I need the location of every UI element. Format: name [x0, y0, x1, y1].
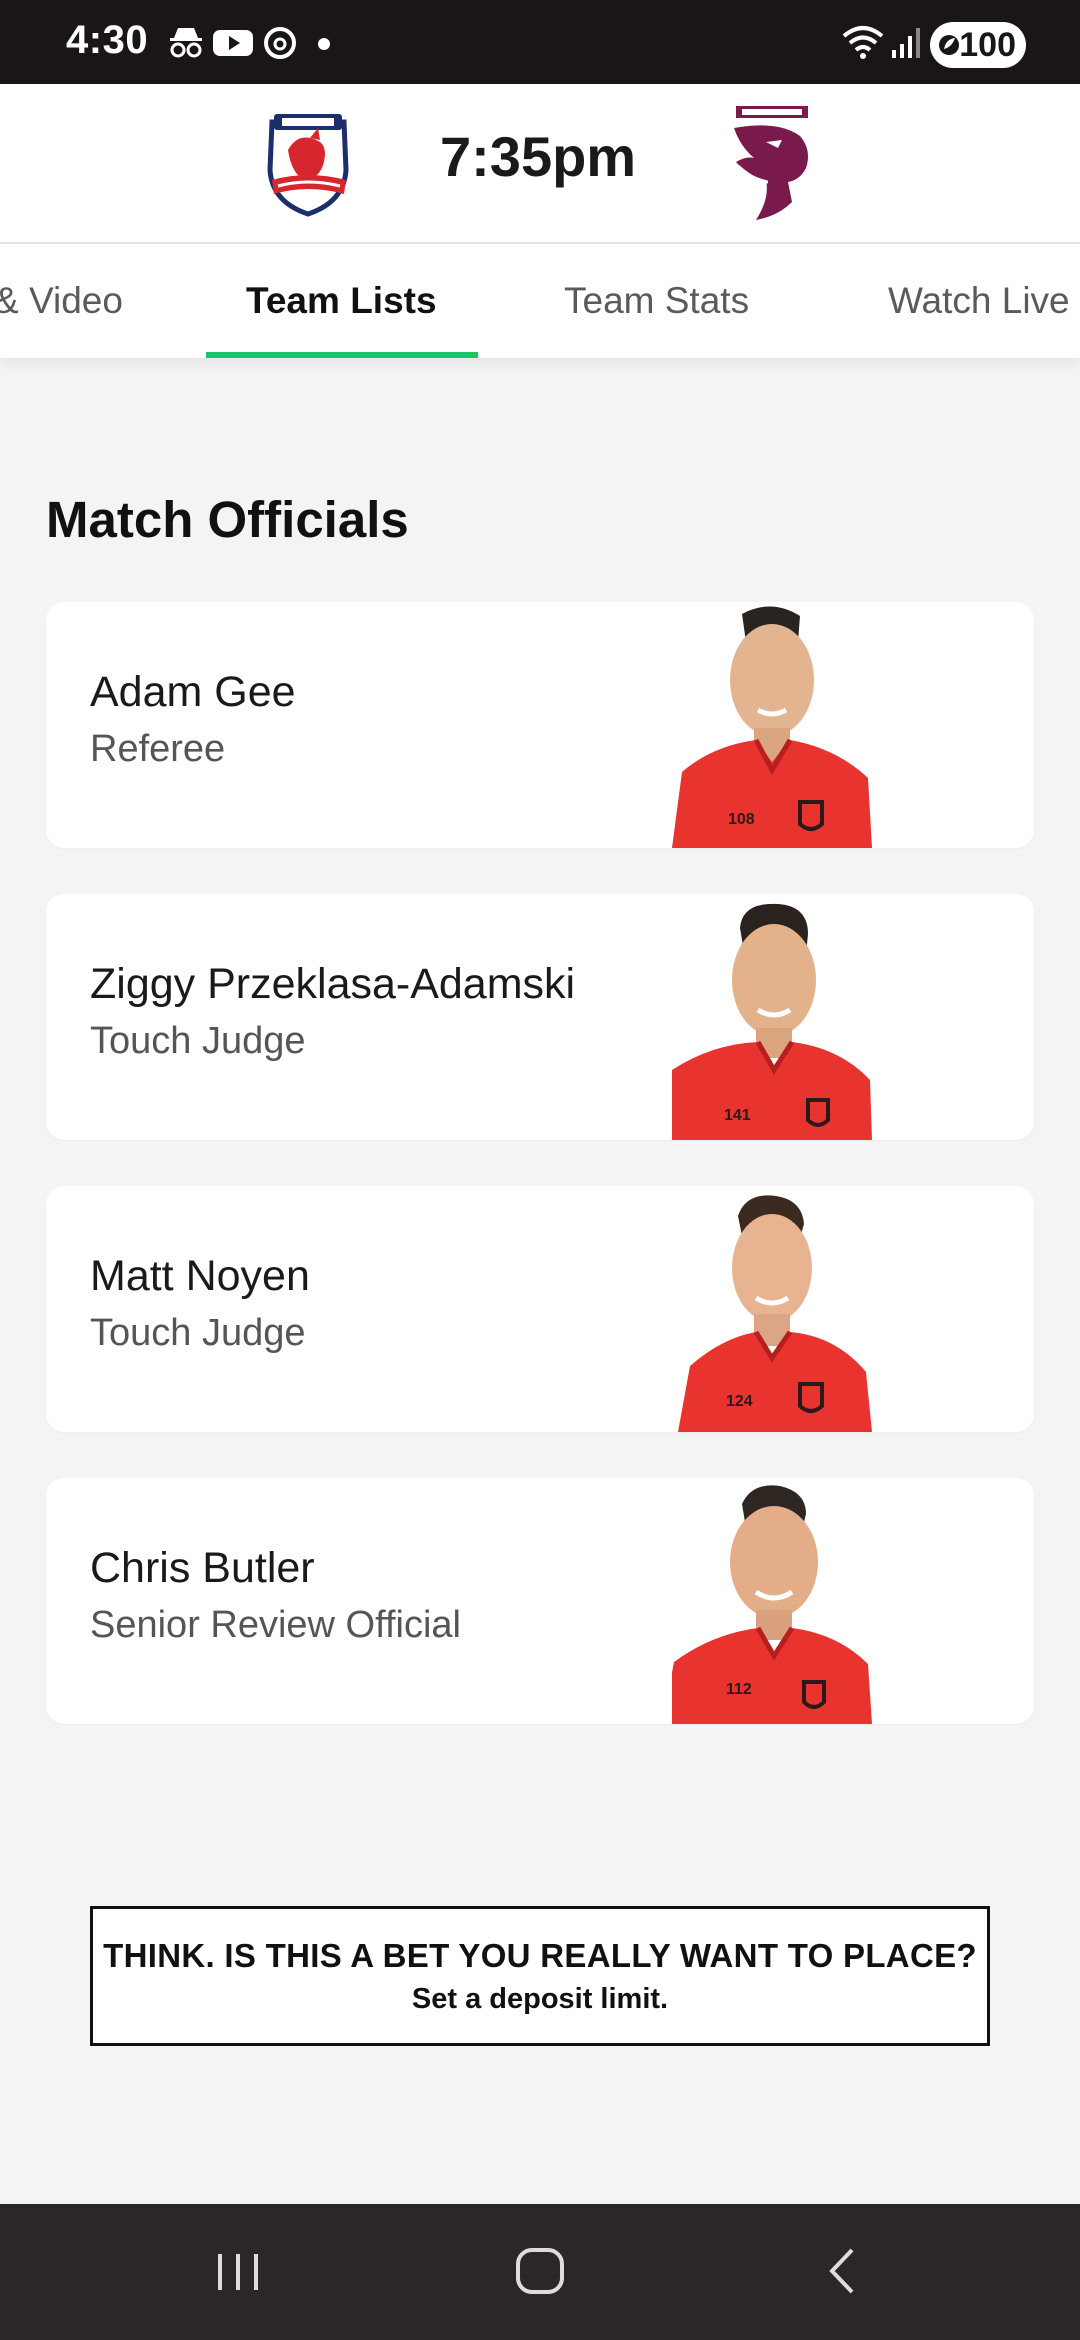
official-photo: 124	[678, 1195, 872, 1432]
youtube-icon	[213, 30, 253, 56]
incognito-icon	[170, 28, 202, 58]
official-role: Touch Judge	[90, 1020, 306, 1062]
official-role: Touch Judge	[90, 1312, 306, 1354]
system-navigation-bar	[0, 2204, 1080, 2340]
home-icon[interactable]	[514, 2244, 566, 2298]
battery-level: 100	[959, 25, 1016, 64]
threads-icon	[264, 27, 296, 59]
official-role: Referee	[90, 728, 226, 770]
official-card[interactable]: Matt Noyen Touch Judge 124	[46, 1186, 1034, 1432]
section-title: Match Officials	[46, 491, 409, 548]
active-tab-indicator	[206, 352, 478, 358]
jersey-number: 141	[724, 1107, 751, 1124]
notification-dot-icon	[318, 38, 330, 50]
official-name: Ziggy Przeklasa-Adamski	[90, 960, 576, 1008]
kickoff-time: 7:35pm	[440, 125, 637, 188]
status-time: 4:30	[66, 18, 149, 62]
match-tabs: & Video Team Lists Team Stats Watch Live	[0, 244, 1080, 358]
official-role: Senior Review Official	[90, 1604, 462, 1646]
official-photo: 112	[672, 1485, 872, 1724]
match-header: 7:35pm	[0, 84, 1080, 244]
battery-saver-icon	[939, 35, 959, 55]
gambling-message-headline: THINK. IS THIS A BET YOU REALLY WANT TO …	[103, 1937, 977, 1974]
official-card[interactable]: Chris Butler Senior Review Official 112	[46, 1478, 1034, 1724]
official-card[interactable]: Adam Gee Referee 108	[46, 602, 1034, 848]
gambling-message-subline: Set a deposit limit.	[411, 1983, 669, 2015]
wifi-icon	[842, 26, 884, 59]
official-photo: 108	[672, 606, 872, 848]
official-name: Matt Noyen	[90, 1252, 310, 1300]
tab-team-stats[interactable]: Team Stats	[564, 280, 749, 322]
jersey-number: 124	[726, 1393, 753, 1410]
tab-video[interactable]: & Video	[0, 280, 123, 322]
tab-watch-live[interactable]: Watch Live	[888, 280, 1070, 322]
back-icon[interactable]	[822, 2244, 862, 2298]
jersey-number: 112	[726, 1681, 752, 1698]
tab-team-lists[interactable]: Team Lists	[246, 280, 437, 322]
official-card[interactable]: Ziggy Przeklasa-Adamski Touch Judge 141	[46, 894, 1034, 1140]
recent-apps-icon[interactable]	[214, 2244, 262, 2298]
official-name: Chris Butler	[90, 1544, 315, 1592]
status-bar: 4:30 100	[0, 0, 1080, 84]
signal-icon	[892, 28, 920, 58]
broncos-logo-icon[interactable]	[726, 106, 816, 222]
jersey-number: 108	[728, 811, 755, 828]
responsible-gambling-banner: THINK. IS THIS A BET YOU REALLY WANT TO …	[90, 1906, 990, 2046]
official-photo: 141	[672, 903, 872, 1140]
battery-indicator: 100	[930, 22, 1026, 68]
official-name: Adam Gee	[90, 668, 296, 716]
roosters-logo-icon[interactable]	[258, 110, 358, 218]
